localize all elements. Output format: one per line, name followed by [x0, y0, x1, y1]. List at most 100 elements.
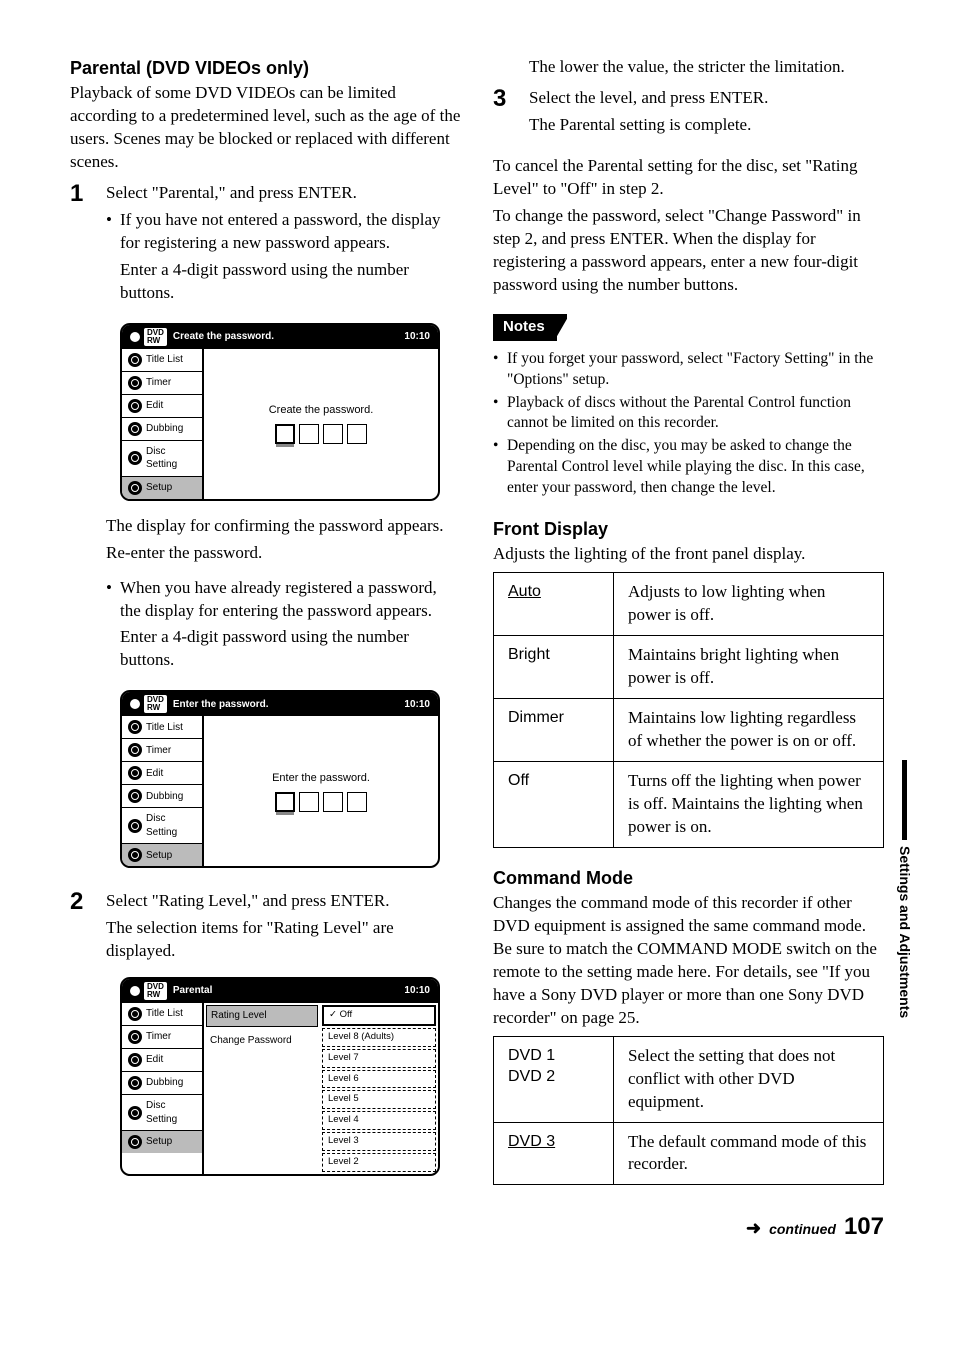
- dvd-badge-icon: DVDRW: [144, 982, 167, 1000]
- level-option: Level 6: [322, 1070, 436, 1089]
- spec-key: Off: [494, 762, 614, 848]
- spec-key: Auto: [508, 583, 541, 600]
- note-item: Playback of discs without the Parental C…: [507, 393, 884, 435]
- password-fields: [275, 424, 367, 444]
- sidebar-item-label: Dubbing: [146, 1076, 183, 1090]
- ss-sidebar: Title List Timer Edit Dubbing Disc Setti…: [122, 1003, 204, 1174]
- ss-title: Create the password.: [173, 330, 405, 344]
- timer-icon: [128, 376, 142, 390]
- dvd-badge-icon: DVDRW: [144, 695, 167, 713]
- password-fields: [275, 792, 367, 812]
- ss-title: Parental: [173, 984, 405, 998]
- level-option: Level 7: [322, 1049, 436, 1068]
- record-icon: [130, 699, 140, 709]
- sidebar-item-label: Dubbing: [146, 790, 183, 804]
- note-item: Depending on the disc, you may be asked …: [507, 436, 884, 499]
- notes-heading: Notes: [493, 314, 557, 340]
- spec-value: Maintains bright lighting when power is …: [614, 636, 884, 699]
- continued-label: continued: [769, 1220, 836, 1239]
- option-change-password: Change Password: [204, 1029, 320, 1053]
- step1-bullet-2b: Enter a 4-digit password using the numbe…: [120, 626, 461, 672]
- record-icon: [130, 332, 140, 342]
- step1-bullet-a: If you have not entered a password, the …: [120, 209, 461, 255]
- sidebar-item-label: Dubbing: [146, 422, 183, 436]
- sidebar-item-label: Timer: [146, 744, 171, 758]
- side-tab: Settings and Adjustments: [895, 760, 914, 1018]
- screenshot-enter-password: DVDRW Enter the password. 10:10 Title Li…: [120, 690, 440, 868]
- parental-intro: Playback of some DVD VIDEOs can be limit…: [70, 82, 461, 174]
- sidebar-item-label: Title List: [146, 721, 183, 735]
- spec-key: Dimmer: [494, 699, 614, 762]
- record-icon: [130, 986, 140, 996]
- edit-icon: [128, 399, 142, 413]
- sidebar-item-label: Disc Setting: [146, 445, 196, 472]
- ss-sidebar: Title List Timer Edit Dubbing Disc Setti…: [122, 716, 204, 866]
- ss-sidebar: Title List Timer Edit Dubbing Disc Setti…: [122, 349, 204, 499]
- sidebar-item-label: Setup: [146, 481, 172, 495]
- stricter-note: The lower the value, the stricter the li…: [493, 56, 884, 79]
- spec-key: DVD 1: [508, 1047, 555, 1064]
- password-digit: [347, 424, 367, 444]
- step2-line1: Select "Rating Level," and press ENTER.: [106, 890, 461, 913]
- level-option: Level 2: [322, 1153, 436, 1172]
- disc-setting-icon: [128, 451, 142, 465]
- side-tab-bar: [902, 760, 907, 840]
- spec-value: Select the setting that does not conflic…: [614, 1036, 884, 1122]
- ss-time: 10:10: [404, 984, 430, 998]
- step2-line2: The selection items for "Rating Level" a…: [106, 917, 461, 963]
- step1-after-b: Re-enter the password.: [106, 542, 461, 565]
- setup-icon: [128, 481, 142, 495]
- option-rating-level: Rating Level: [206, 1005, 318, 1027]
- sidebar-item-label: Timer: [146, 1030, 171, 1044]
- level-option: Level 3: [322, 1132, 436, 1151]
- password-digit: [347, 792, 367, 812]
- sidebar-item-label: Edit: [146, 399, 163, 413]
- dubbing-icon: [128, 1076, 142, 1090]
- screenshot-create-password: DVDRW Create the password. 10:10 Title L…: [120, 323, 440, 501]
- password-digit: [299, 792, 319, 812]
- sidebar-item-label: Setup: [146, 1135, 172, 1149]
- title-list-icon: [128, 353, 142, 367]
- side-tab-label: Settings and Adjustments: [895, 846, 914, 1018]
- dvd-badge-icon: DVDRW: [144, 328, 167, 346]
- sidebar-item-label: Edit: [146, 1053, 163, 1067]
- disc-setting-icon: [128, 1106, 142, 1120]
- password-digit: [275, 424, 295, 444]
- level-option: Level 4: [322, 1111, 436, 1130]
- sidebar-item-label: Setup: [146, 849, 172, 863]
- spec-key: DVD 2: [508, 1068, 555, 1085]
- timer-icon: [128, 1030, 142, 1044]
- bullet-dot: •: [106, 209, 120, 309]
- password-prompt: Enter the password.: [272, 771, 370, 786]
- title-list-icon: [128, 1007, 142, 1021]
- step1-line: Select "Parental," and press ENTER.: [106, 182, 461, 205]
- change-password-text: To change the password, select "Change P…: [493, 205, 884, 297]
- setup-icon: [128, 848, 142, 862]
- command-mode-table: DVD 1 DVD 2 Select the setting that does …: [493, 1036, 884, 1186]
- disc-setting-icon: [128, 819, 142, 833]
- sidebar-item-label: Edit: [146, 767, 163, 781]
- note-item: If you forget your password, select "Fac…: [507, 349, 884, 391]
- section-heading-front-display: Front Display: [493, 517, 884, 541]
- level-option: Level 5: [322, 1090, 436, 1109]
- password-digit: [323, 424, 343, 444]
- timer-icon: [128, 743, 142, 757]
- title-list-icon: [128, 720, 142, 734]
- sidebar-item-label: Disc Setting: [146, 812, 196, 839]
- bullet-dot: •: [493, 349, 507, 391]
- spec-value: Maintains low lighting regardless of whe…: [614, 699, 884, 762]
- step1-after-a: The display for confirming the password …: [106, 515, 461, 538]
- step3-line2: The Parental setting is complete.: [529, 114, 884, 137]
- step-number-2: 2: [70, 890, 106, 1175]
- spec-value: Adjusts to low lighting when power is of…: [614, 573, 884, 636]
- spec-key: Bright: [494, 636, 614, 699]
- step1-bullet-b: Enter a 4-digit password using the numbe…: [120, 259, 461, 305]
- ss-time: 10:10: [404, 698, 430, 712]
- page-number: 107: [844, 1211, 884, 1243]
- bullet-dot: •: [106, 577, 120, 677]
- continued-arrow-icon: ➜: [746, 1216, 761, 1240]
- front-display-table: Auto Adjusts to low lighting when power i…: [493, 572, 884, 847]
- spec-value: The default command mode of this recorde…: [614, 1122, 884, 1185]
- bullet-dot: •: [493, 436, 507, 499]
- spec-key: DVD 3: [508, 1133, 555, 1150]
